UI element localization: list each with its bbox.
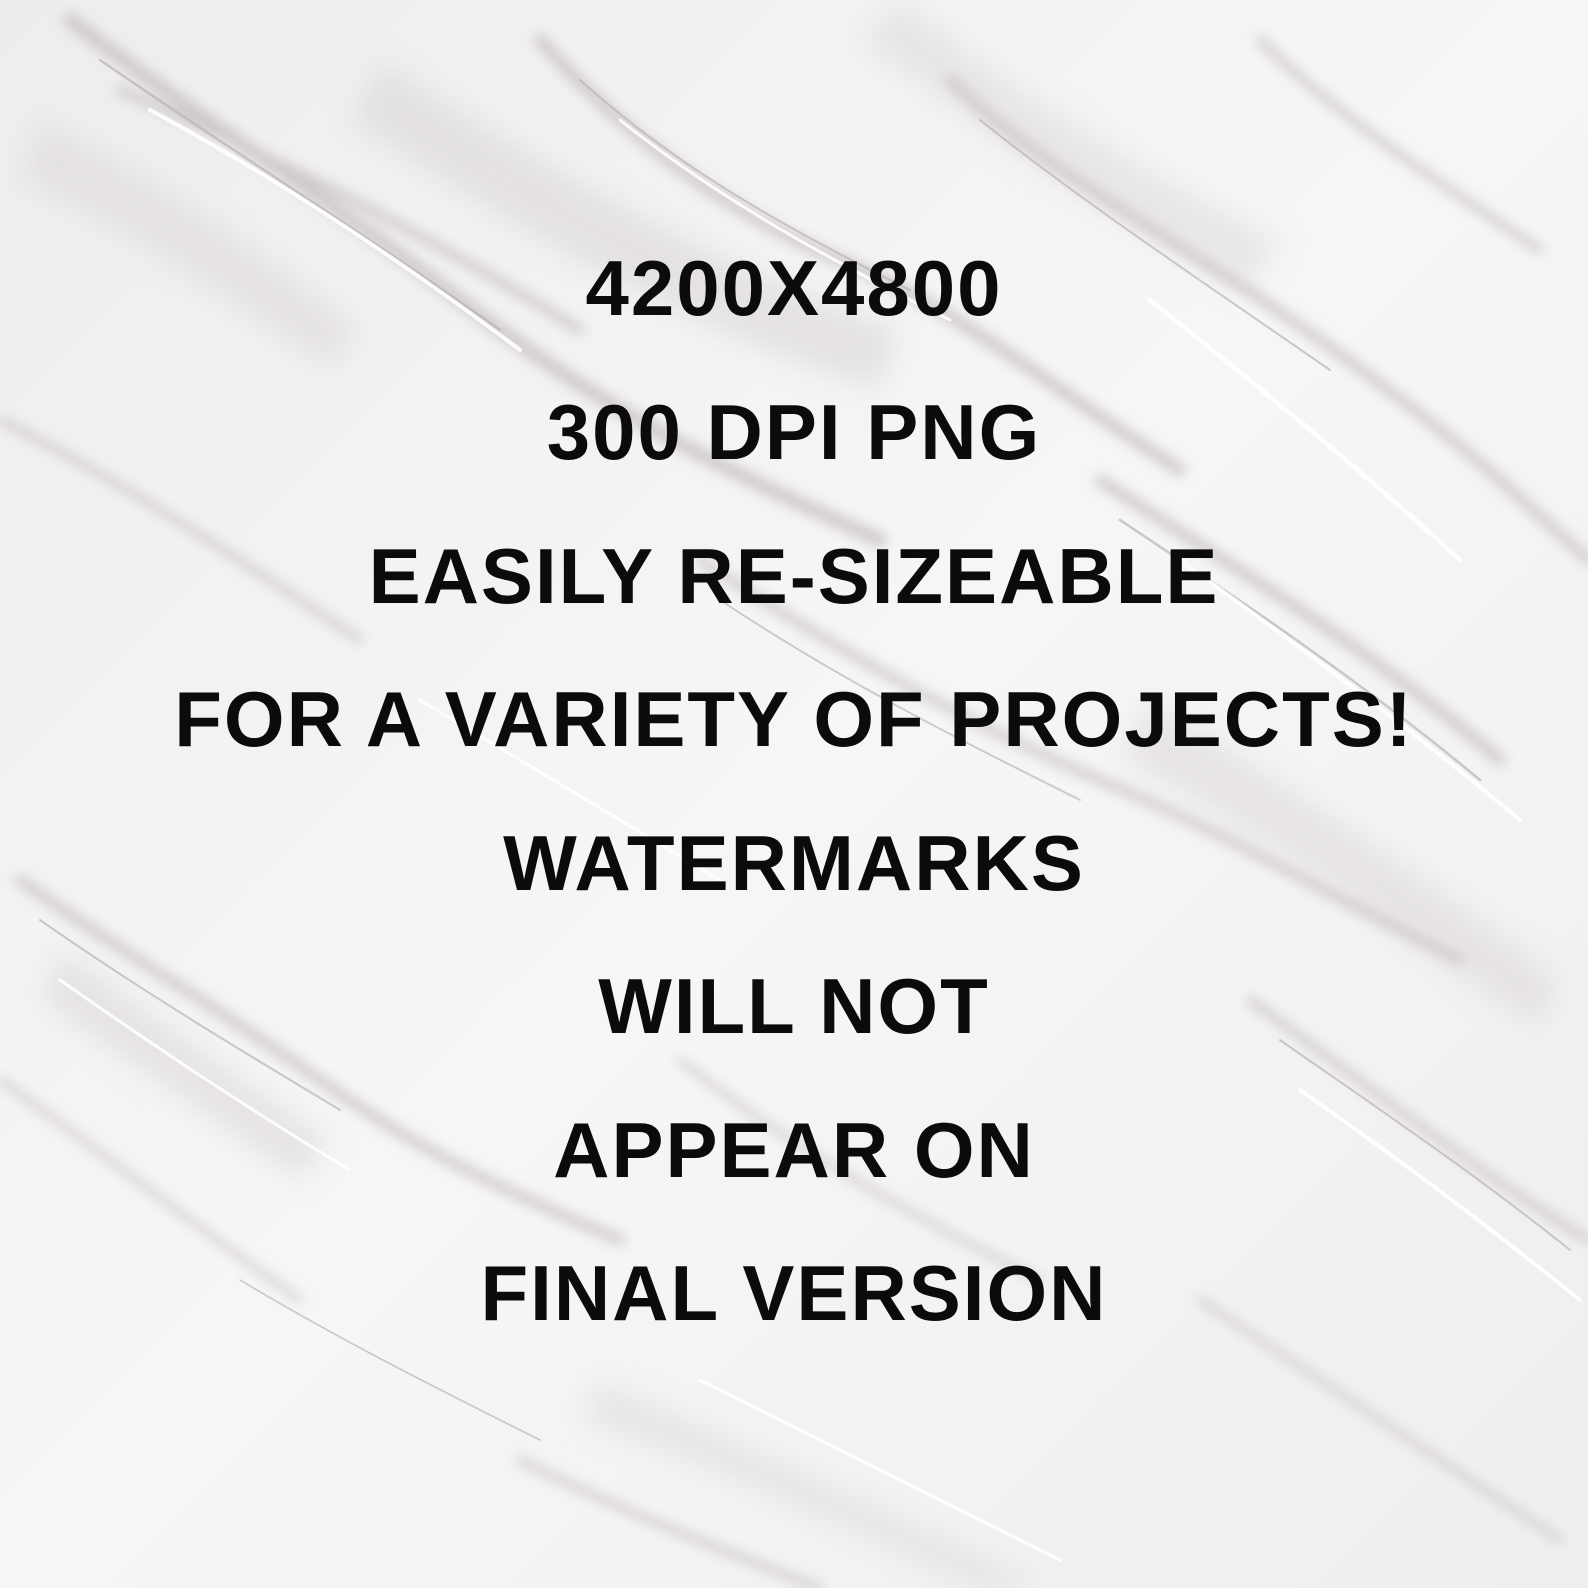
info-text-block: 4200X4800 300 DPI PNG EASILY RE-SIZEABLE… [0, 0, 1588, 1588]
will-not-line: WILL NOT [598, 962, 990, 1050]
dpi-format-line: 300 DPI PNG [546, 388, 1042, 476]
final-version-line: FINAL VERSION [480, 1249, 1108, 1337]
watermarks-line: WATERMARKS [503, 819, 1085, 907]
resizeable-line: EASILY RE-SIZEABLE [368, 532, 1220, 620]
projects-line: FOR A VARIETY OF PROJECTS! [174, 675, 1414, 763]
resolution-line: 4200X4800 [585, 244, 1003, 332]
appear-on-line: APPEAR ON [553, 1106, 1035, 1194]
